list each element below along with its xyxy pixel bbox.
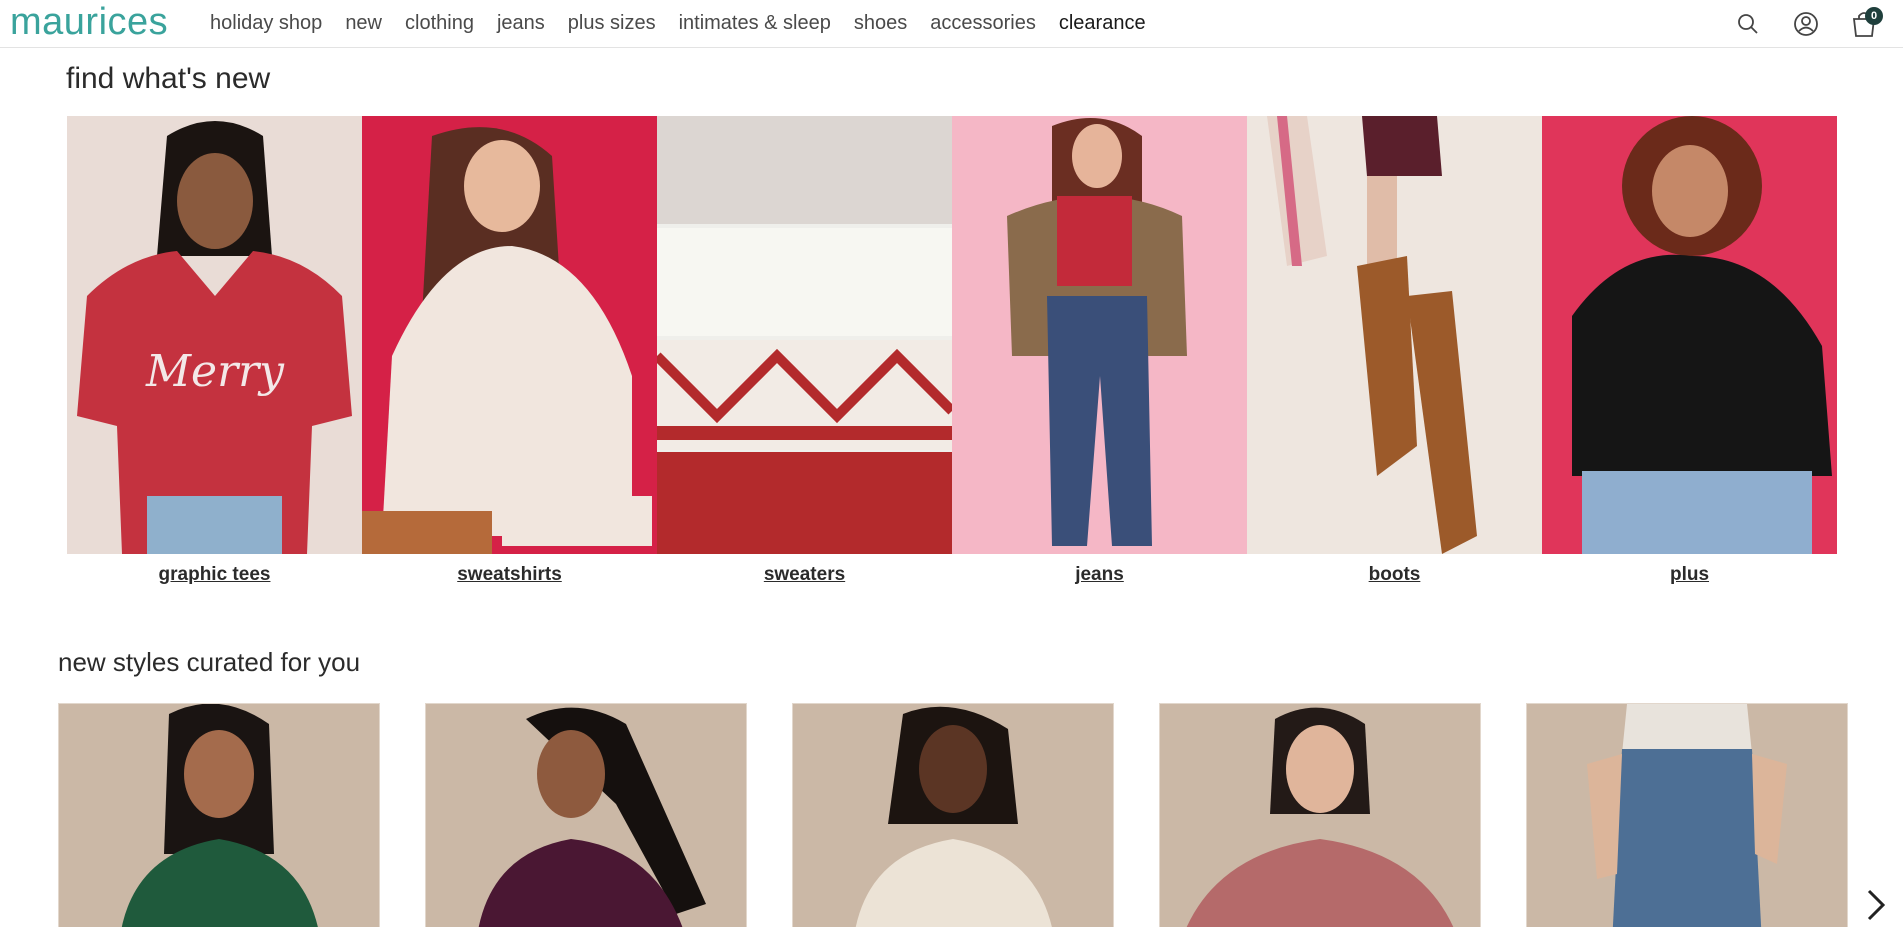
jeans-image [952, 116, 1247, 554]
nav-accessories[interactable]: accessories [930, 12, 1036, 35]
curated-styles-heading: new styles curated for you [58, 647, 361, 677]
boots-image [1247, 116, 1542, 554]
category-tile-jeans[interactable] [952, 116, 1247, 554]
category-link-sweaters[interactable]: sweaters [657, 564, 952, 586]
category-link-jeans[interactable]: jeans [952, 564, 1247, 586]
product-image [426, 704, 746, 927]
chevron-right-icon[interactable] [1862, 888, 1890, 922]
category-tile-boots[interactable] [1247, 116, 1542, 554]
cart-count-badge: 0 [1865, 7, 1883, 25]
nav-shoes[interactable]: shoes [854, 12, 907, 35]
svg-text:Merry: Merry [145, 346, 285, 397]
nav-new[interactable]: new [345, 12, 382, 35]
category-link-boots[interactable]: boots [1247, 564, 1542, 586]
plus-image [1542, 116, 1837, 554]
product-carousel [58, 703, 1848, 927]
product-card[interactable] [425, 703, 747, 927]
category-tile-plus[interactable] [1542, 116, 1837, 554]
nav-clearance[interactable]: clearance [1059, 12, 1146, 35]
category-tile-sweatshirts[interactable] [362, 116, 657, 554]
category-tiles: Merry [67, 116, 1837, 554]
category-tile-sweaters[interactable] [657, 116, 952, 554]
product-card[interactable] [792, 703, 1114, 927]
product-image [793, 704, 1113, 927]
product-image [1527, 704, 1847, 927]
sweaters-image [657, 116, 952, 554]
graphic-tees-image: Merry [67, 116, 362, 554]
product-image [59, 704, 379, 927]
nav-clothing[interactable]: clothing [405, 12, 474, 35]
cart-icon[interactable]: 0 [1849, 7, 1883, 39]
nav-jeans[interactable]: jeans [497, 12, 545, 35]
nav-intimates-sleep[interactable]: intimates & sleep [679, 12, 831, 35]
site-header: maurices holiday shop new clothing jeans… [0, 0, 1903, 48]
nav-plus-sizes[interactable]: plus sizes [568, 12, 656, 35]
account-icon[interactable] [1791, 9, 1821, 39]
search-icon[interactable] [1733, 9, 1763, 39]
sweatshirts-image [362, 116, 657, 554]
product-card[interactable] [58, 703, 380, 927]
brand-logo[interactable]: maurices [10, 2, 168, 42]
main-nav: holiday shop new clothing jeans plus siz… [210, 0, 1169, 47]
category-link-graphic-tees[interactable]: graphic tees [67, 564, 362, 586]
product-image [1160, 704, 1480, 927]
nav-holiday-shop[interactable]: holiday shop [210, 12, 322, 35]
find-whats-new-heading: find what's new [66, 62, 271, 95]
category-tile-graphic-tees[interactable]: Merry [67, 116, 362, 554]
category-link-sweatshirts[interactable]: sweatshirts [362, 564, 657, 586]
product-card[interactable] [1159, 703, 1481, 927]
product-card[interactable] [1526, 703, 1848, 927]
category-link-plus[interactable]: plus [1542, 564, 1837, 586]
